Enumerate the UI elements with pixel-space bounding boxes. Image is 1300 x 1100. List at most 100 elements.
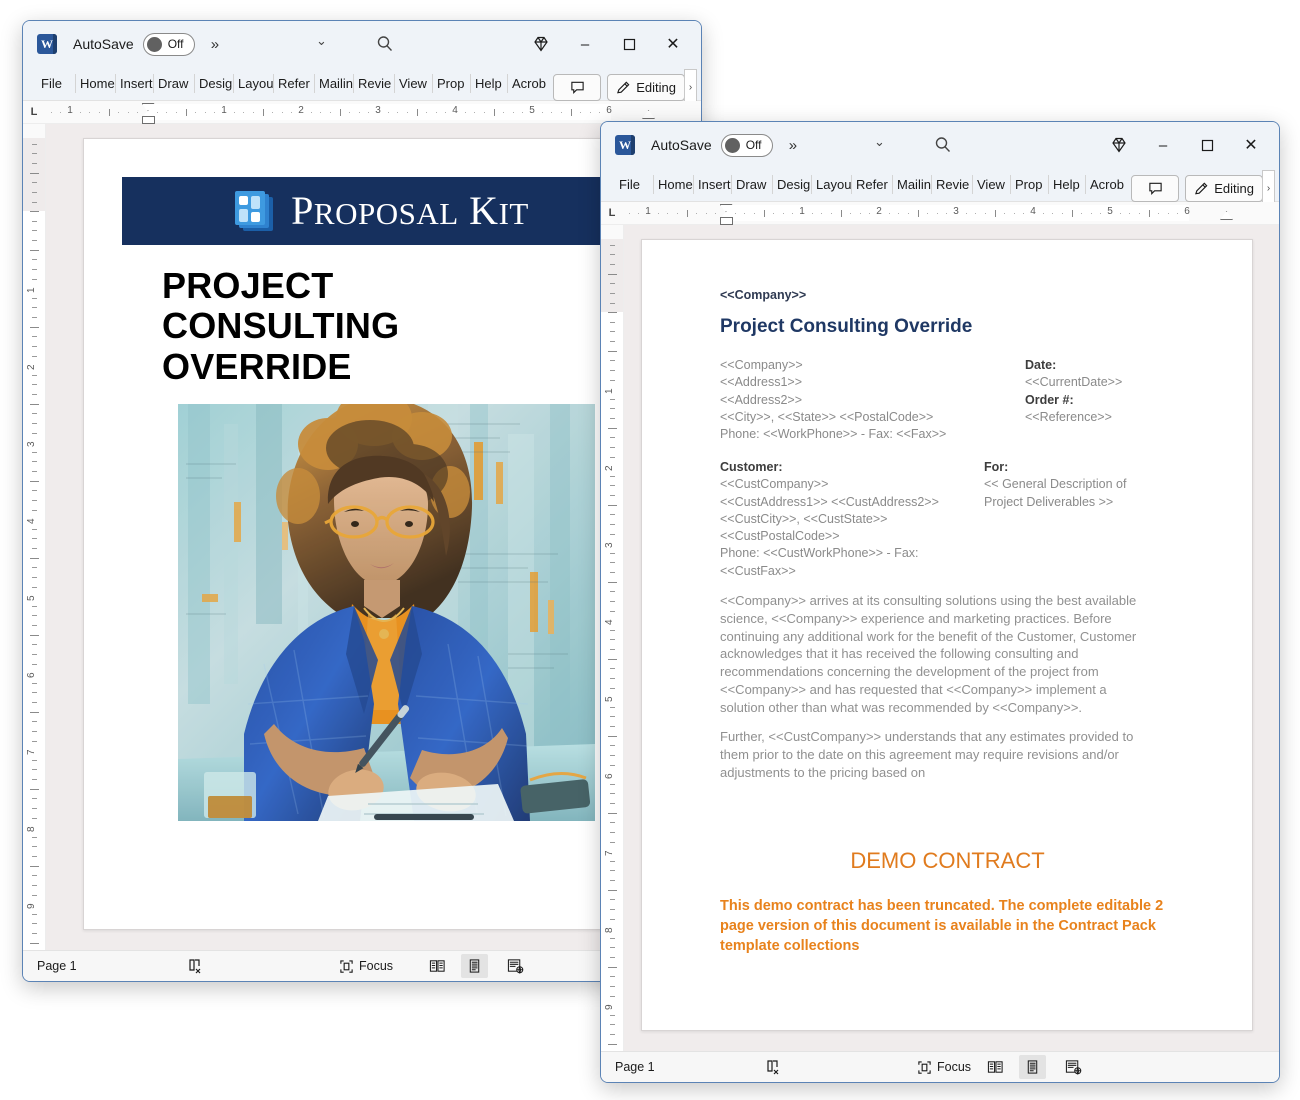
quick-access-more-icon[interactable]: » [211,36,219,53]
maximize-button-2[interactable] [1185,128,1229,162]
tab-draw[interactable]: Draw [153,67,194,100]
status-proofing-errors-2[interactable] [759,1055,787,1079]
comments-button[interactable] [553,73,602,101]
tab-acrobat-2[interactable]: Acrob [1085,168,1124,201]
editing-mode-button[interactable]: Editing [607,73,685,101]
comments-button-2[interactable] [1131,174,1180,202]
tab-design[interactable]: Design [194,67,233,100]
vertical-ruler-tick [32,846,37,848]
tab-home[interactable]: Home [75,67,115,100]
tab-view[interactable]: View [394,67,432,100]
ruler-tick [686,210,688,217]
tab-acrobat[interactable]: Acrob [507,67,546,100]
status-page-number[interactable]: Page 1 [31,954,83,978]
tab-review[interactable]: Revie [353,67,394,100]
window2-vertical-ruler[interactable]: 1 2 3 4 5 6 7 8 9 [601,225,624,1051]
minimize-button-2[interactable]: – [1141,128,1185,162]
window1-titlebar[interactable]: W AutoSave Off » ⌄ – ✕ [23,21,701,67]
autosave-toggle[interactable]: Off [142,32,195,56]
tab-review-2[interactable]: Revie [931,168,972,201]
close-button[interactable]: ✕ [651,27,695,61]
ribbon-right-actions-2[interactable]: Editing › [1131,170,1275,206]
vertical-ruler-number: 5 [26,595,37,602]
ruler-number: 2 [298,105,304,116]
view-web-layout-button[interactable] [501,954,530,978]
vertical-ruler-tick [610,783,615,785]
ruler-tick [156,112,158,113]
autosave-toggle-2[interactable]: Off [720,133,773,157]
window2-controls[interactable]: – ✕ [1097,122,1273,168]
tab-home-2[interactable]: Home [653,168,693,201]
status-focus-mode-2[interactable]: Focus [911,1055,977,1079]
document-page-1[interactable]: PROPOSAL KIT PROJECT CONSULTING OVERRIDE [83,138,645,930]
ruler-tick [715,213,717,214]
view-print-layout-button[interactable] [461,954,488,978]
tab-help[interactable]: Help [470,67,507,100]
ribbon-right-actions[interactable]: Editing › [553,69,697,105]
tab-layout[interactable]: Layout [233,67,273,100]
minimize-button[interactable]: – [563,27,607,61]
window1-controls[interactable]: – ✕ [519,21,695,67]
diamond-icon-2[interactable] [1097,128,1141,162]
view-read-mode-button[interactable] [423,954,452,978]
tab-file[interactable]: File [31,67,75,100]
view-web-layout-button-2[interactable] [1059,1055,1088,1079]
status-focus-mode[interactable]: Focus [333,954,399,978]
vertical-ruler-tick [32,769,37,771]
ruler-track[interactable]: 1 1 2 3 4 5 6 [45,101,701,124]
view-print-layout-button-2[interactable] [1019,1055,1046,1079]
status-page-number-2[interactable]: Page 1 [609,1055,661,1079]
window1-vertical-ruler[interactable]: 1 2 3 4 5 6 7 8 9 [23,124,46,950]
status-proofing-errors[interactable] [181,954,209,978]
customize-qat-chevron-icon-2[interactable]: ⌄ [874,134,885,150]
right-indent-marker[interactable] [1220,211,1233,220]
customize-qat-chevron-icon[interactable]: ⌄ [316,33,327,49]
window2-statusbar[interactable]: Page 1 Focus [601,1051,1279,1082]
tab-help-2[interactable]: Help [1048,168,1085,201]
tab-draw-2[interactable]: Draw [731,168,772,201]
window2-document-canvas[interactable]: <<Company>> Project Consulting Override … [624,225,1279,1051]
diamond-icon[interactable] [519,27,563,61]
ruler-track-2[interactable]: 1 1 2 3 4 5 6 [623,202,1279,225]
tab-mailings-2[interactable]: Mailin [892,168,931,201]
search-icon[interactable] [375,34,395,59]
window1-ribbon-tabs[interactable]: File Home Insert Draw Design Layout Refe… [23,67,701,105]
doc2-paragraph-2: Further, <<CustCompany>> understands tha… [720,729,1134,780]
document-page-1-win2[interactable]: <<Company>> Project Consulting Override … [641,239,1253,1031]
window1-horizontal-ruler[interactable]: L 1 1 2 3 4 5 6 [23,101,701,124]
window2-ribbon-tabs[interactable]: File Home Insert Draw Design Layout Refe… [601,168,1279,206]
quick-access-more-icon-2[interactable]: » [789,137,797,154]
view-read-mode-button-2[interactable] [981,1055,1010,1079]
tab-file-2[interactable]: File [609,168,653,201]
proposal-kit-wordmark: PROPOSAL KIT [291,191,529,231]
ruler-tick [310,112,312,113]
window2-horizontal-ruler[interactable]: L 1 1 2 3 4 5 6 [601,202,1279,225]
left-indent-marker[interactable] [141,116,155,124]
tab-mailings[interactable]: Mailin [314,67,353,100]
document-illustration[interactable] [178,404,595,821]
tab-proposal-2[interactable]: Prop [1010,168,1048,201]
tab-references-2[interactable]: Refer [851,168,892,201]
vertical-ruler-tick [610,706,615,708]
tab-insert-2[interactable]: Insert [693,168,731,201]
close-button-2[interactable]: ✕ [1229,128,1273,162]
window2-titlebar[interactable]: W AutoSave Off » ⌄ – ✕ [601,122,1279,168]
ribbon-overflow-chevron-icon[interactable]: › [684,69,697,105]
left-indent-marker[interactable] [719,217,733,225]
search-icon-2[interactable] [933,135,953,160]
tab-design-2[interactable]: Design [772,168,811,201]
tab-view-2[interactable]: View [972,168,1010,201]
right-indent-marker[interactable] [642,110,655,119]
maximize-button[interactable] [607,27,651,61]
tab-stop-selector-2[interactable]: L [601,207,623,219]
tab-references[interactable]: Refer [273,67,314,100]
tab-insert[interactable]: Insert [115,67,153,100]
editing-mode-button-2[interactable]: Editing [1185,174,1263,202]
tab-stop-selector[interactable]: L [23,106,45,118]
document-title: PROJECT CONSULTING OVERRIDE [162,265,400,387]
vertical-ruler-tick [32,451,37,453]
ribbon-overflow-chevron-icon-2[interactable]: › [1262,170,1275,206]
tab-proposal[interactable]: Prop [432,67,470,100]
tab-layout-2[interactable]: Layout [811,168,851,201]
word-window-front[interactable]: W AutoSave Off » ⌄ – ✕ File Home Insert … [600,121,1280,1083]
